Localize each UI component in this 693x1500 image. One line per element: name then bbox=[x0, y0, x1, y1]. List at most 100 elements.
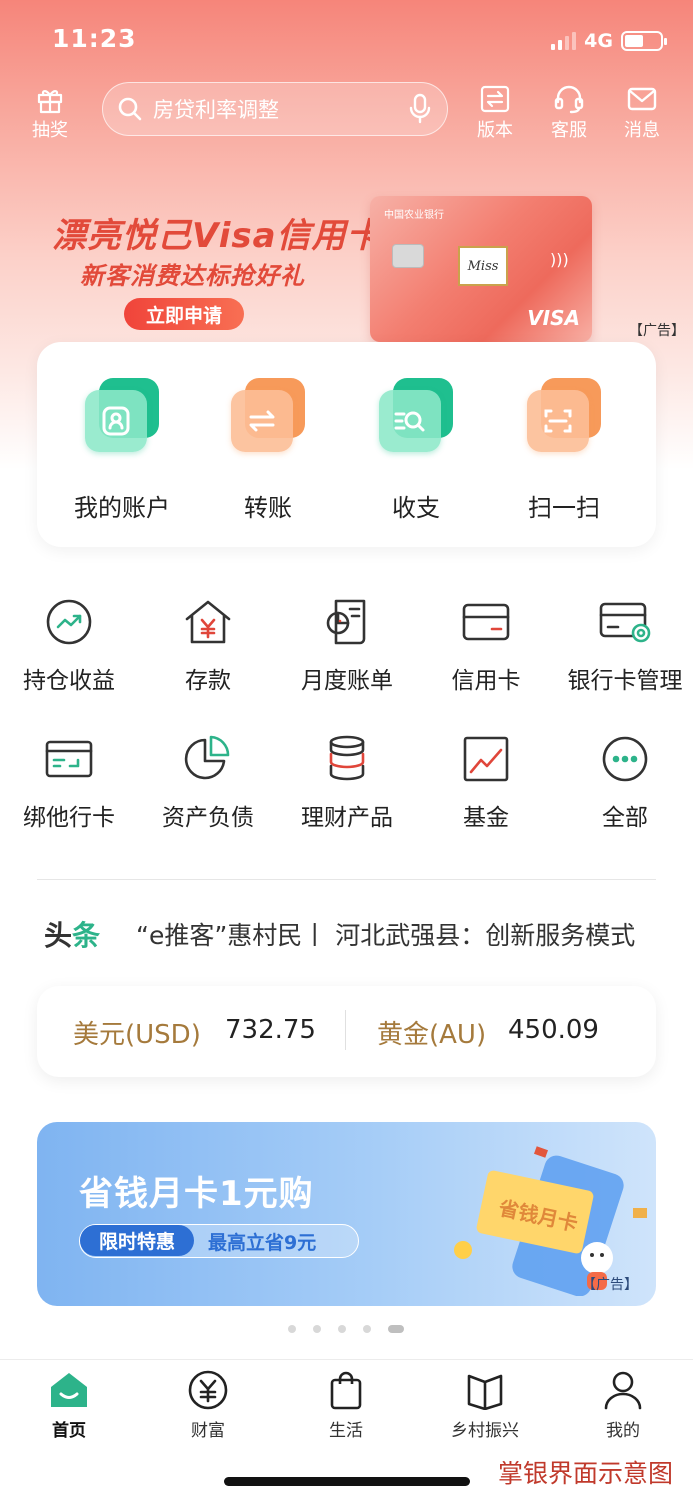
grid-item-wealth-products[interactable]: 理财产品 bbox=[278, 734, 416, 832]
usd-value: 732.75 bbox=[225, 1015, 316, 1045]
tab-wealth[interactable]: 财富 bbox=[148, 1370, 268, 1441]
message-button[interactable]: 消息 bbox=[614, 84, 670, 142]
rates-separator bbox=[345, 1010, 346, 1050]
scan-icon bbox=[544, 409, 572, 433]
grid-label: 资产负债 bbox=[162, 805, 254, 831]
carousel-dot[interactable] bbox=[338, 1325, 346, 1333]
transfer-button[interactable]: 转账 bbox=[203, 378, 333, 523]
gold-label: 黄金(AU) bbox=[377, 1020, 487, 1050]
grid-item-deposit[interactable]: 存款 bbox=[139, 597, 277, 695]
headline-tag-part2: 条 bbox=[72, 919, 101, 952]
card-chip bbox=[392, 244, 424, 268]
promo-banner[interactable]: 省钱月卡1元购 限时特惠 最高立省9元 省钱月卡 【广告】 bbox=[37, 1122, 656, 1306]
status-indicators: 4G bbox=[551, 30, 667, 52]
grid-label: 月度账单 bbox=[301, 668, 393, 694]
headset-icon bbox=[554, 85, 584, 114]
promo-badge: 限时特惠 bbox=[80, 1225, 194, 1256]
profile-icon bbox=[604, 1371, 642, 1410]
promo-ad-tag: 【广告】 bbox=[582, 1277, 638, 1293]
service-button[interactable]: 客服 bbox=[541, 84, 597, 142]
assets-liabilities-icon bbox=[184, 735, 230, 780]
grid-label: 绑他行卡 bbox=[23, 805, 115, 831]
grid-item-assets-liabilities[interactable]: 资产负债 bbox=[139, 734, 277, 832]
carousel-dots[interactable] bbox=[288, 1325, 404, 1333]
ad-title: 漂亮悦己Visa信用卡 bbox=[52, 216, 382, 256]
more-icon bbox=[602, 736, 648, 782]
wealth-products-icon bbox=[329, 735, 365, 781]
home-indicator[interactable] bbox=[224, 1477, 470, 1486]
tab-label: 我的 bbox=[606, 1421, 640, 1441]
version-button[interactable]: 版本 bbox=[467, 84, 523, 142]
home-icon bbox=[51, 1373, 87, 1407]
usd-label: 美元(USD) bbox=[73, 1020, 201, 1050]
grid-label: 信用卡 bbox=[451, 668, 521, 694]
monthly-bill-icon bbox=[326, 599, 366, 645]
contactless-icon: ))) bbox=[550, 250, 569, 269]
ad-subtitle: 新客消费达标抢好礼 bbox=[80, 262, 305, 290]
grid-label: 银行卡管理 bbox=[567, 668, 683, 694]
credit-card-icon bbox=[462, 603, 510, 641]
lottery-button[interactable]: 抽奖 bbox=[22, 84, 78, 142]
grid-item-fund[interactable]: 基金 bbox=[417, 734, 555, 832]
tab-life[interactable]: 生活 bbox=[286, 1370, 406, 1441]
income-expense-button[interactable]: 收支 bbox=[351, 378, 481, 523]
credit-card-image[interactable]: 中国农业银行 Miss ))) VISA bbox=[370, 196, 592, 342]
carousel-dot[interactable] bbox=[363, 1325, 371, 1333]
my-account-button[interactable]: 我的账户 bbox=[57, 378, 187, 523]
wealth-icon bbox=[188, 1370, 228, 1410]
lottery-label: 抽奖 bbox=[32, 120, 68, 141]
gold-value: 450.09 bbox=[508, 1015, 599, 1045]
rural-revitalization-icon bbox=[467, 1374, 503, 1410]
grid-item-monthly-bill[interactable]: 月度账单 bbox=[278, 597, 416, 695]
card-brand: VISA bbox=[527, 306, 580, 330]
tab-home[interactable]: 首页 bbox=[9, 1370, 129, 1441]
mail-icon bbox=[627, 87, 657, 111]
caption: 掌银界面示意图 bbox=[497, 1459, 673, 1488]
scan-button[interactable]: 扫一扫 bbox=[499, 378, 629, 523]
quick-actions-panel: 我的账户 转账 收支 扫一扫 bbox=[37, 342, 656, 547]
tab-label: 生活 bbox=[329, 1421, 363, 1441]
grid-label: 存款 bbox=[185, 668, 231, 694]
status-time: 11:23 bbox=[52, 24, 137, 53]
grid-item-credit-card[interactable]: 信用卡 bbox=[417, 597, 555, 695]
grid-item-bind-card[interactable]: 绑他行卡 bbox=[0, 734, 138, 832]
microphone-icon[interactable] bbox=[407, 93, 433, 125]
rates-panel[interactable]: 美元(USD) 732.75 黄金(AU) 450.09 bbox=[37, 986, 656, 1077]
fund-icon bbox=[463, 736, 509, 782]
grid-label: 持仓收益 bbox=[23, 668, 115, 694]
apply-now-button[interactable]: 立即申请 bbox=[124, 298, 244, 330]
life-bag-icon bbox=[330, 1371, 362, 1410]
headline-text[interactable]: “e推客”惠村民丨 河北武强县：创新服务模式 bbox=[136, 916, 636, 952]
grid-label: 理财产品 bbox=[301, 805, 393, 831]
tab-mine[interactable]: 我的 bbox=[563, 1370, 683, 1441]
bind-card-icon bbox=[45, 740, 93, 778]
tab-label: 财富 bbox=[191, 1421, 225, 1441]
promo-title: 省钱月卡1元购 bbox=[79, 1174, 314, 1214]
grid-item-all[interactable]: 全部 bbox=[556, 734, 693, 832]
version-switch-icon bbox=[480, 85, 510, 113]
carousel-dot-active[interactable] bbox=[388, 1325, 404, 1333]
carousel-dot[interactable] bbox=[288, 1325, 296, 1333]
income-expense-label: 收支 bbox=[392, 494, 440, 522]
network-type: 4G bbox=[584, 30, 613, 52]
scan-label: 扫一扫 bbox=[528, 494, 600, 522]
promo-desc: 最高立省9元 bbox=[208, 1232, 317, 1254]
carousel-dot[interactable] bbox=[313, 1325, 321, 1333]
service-label: 客服 bbox=[551, 120, 587, 141]
transfer-label: 转账 bbox=[244, 494, 292, 522]
signal-icon bbox=[551, 32, 577, 50]
headline-tag-part1: 头 bbox=[44, 919, 73, 952]
search-bar[interactable]: 房贷利率调整 bbox=[102, 82, 448, 136]
card-management-icon bbox=[599, 602, 651, 643]
grid-item-holdings-income[interactable]: 持仓收益 bbox=[0, 597, 138, 695]
grid-label: 基金 bbox=[463, 805, 509, 831]
tab-rural[interactable]: 乡村振兴 bbox=[425, 1370, 545, 1441]
divider bbox=[37, 879, 656, 880]
promo-pill: 限时特惠 最高立省9元 bbox=[79, 1224, 359, 1258]
search-text: 房贷利率调整 bbox=[153, 98, 279, 122]
message-label: 消息 bbox=[624, 120, 660, 141]
version-label: 版本 bbox=[477, 120, 513, 141]
tab-label: 乡村振兴 bbox=[451, 1421, 519, 1441]
grid-item-card-management[interactable]: 银行卡管理 bbox=[556, 597, 693, 695]
deposit-icon bbox=[185, 600, 231, 644]
